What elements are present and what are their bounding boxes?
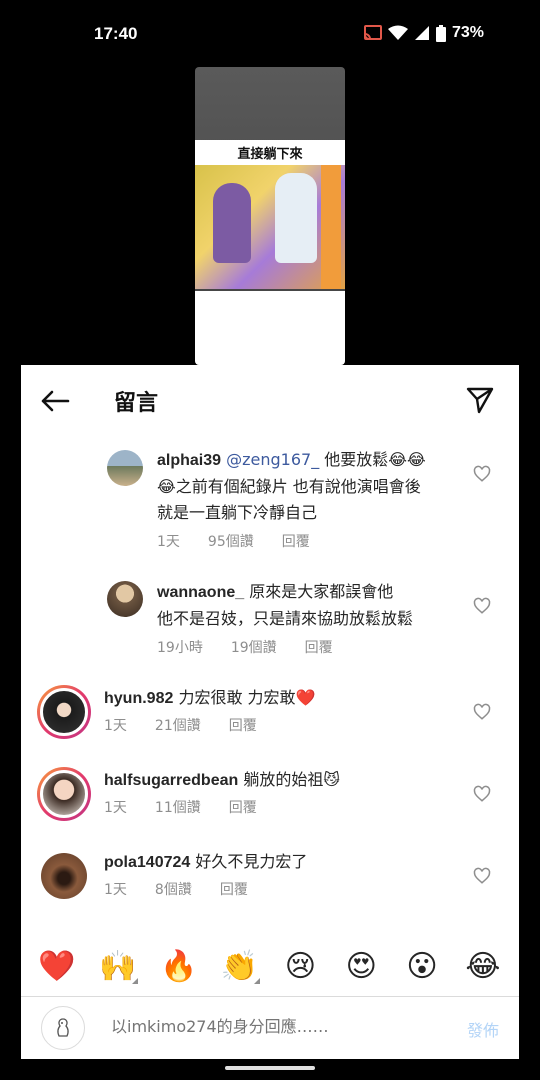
status-icons: 73% [363, 24, 484, 42]
signal-icon [414, 26, 429, 40]
reply-button[interactable]: 回覆 [282, 531, 310, 551]
like-heart-icon[interactable] [473, 597, 491, 615]
share-button[interactable] [465, 385, 495, 415]
comment-text: halfsugarredbean 躺放的始祖😼 [104, 767, 464, 794]
like-heart-icon[interactable] [473, 785, 491, 803]
reply-button[interactable]: 回覆 [305, 637, 333, 657]
like-heart-icon[interactable] [473, 867, 491, 885]
status-bar: 17:40 73% [0, 0, 540, 64]
back-button[interactable] [39, 387, 71, 415]
clapping-emoji-button[interactable]: 👏 [218, 949, 262, 984]
comment-time: 1天 [104, 718, 127, 734]
post-button[interactable]: 發佈 [467, 1017, 499, 1041]
video-frame [195, 165, 345, 289]
avatar[interactable] [41, 853, 87, 899]
self-avatar [41, 1006, 85, 1050]
sheet-header: 留言 [21, 365, 519, 435]
reply-button[interactable]: 回覆 [229, 715, 257, 735]
comment-body-line: 力宏很敢 力宏敢❤️ [173, 688, 316, 707]
crying-emoji-button[interactable]: 😢 [278, 949, 322, 984]
video-caption: 直接躺下來 [195, 140, 345, 165]
like-heart-icon[interactable] [473, 703, 491, 721]
video-figure-left [213, 183, 251, 263]
like-heart-icon[interactable] [473, 465, 491, 483]
skin-tone-indicator-icon [131, 977, 138, 984]
comment-likes[interactable]: 95個讚 [208, 531, 254, 551]
raised-hands-emoji-button[interactable]: 🙌 [96, 949, 140, 984]
comment-body-line: 就是一直躺下冷靜自己 [157, 503, 318, 522]
avatar[interactable] [107, 581, 143, 617]
comment-text: wannaone_ 原來是大家都誤會他 他不是召妓，只是請來協助放鬆放鬆 [157, 579, 477, 632]
comment-likes[interactable]: 19個讚 [231, 637, 277, 657]
comment-time: 1天 [104, 882, 127, 898]
comment-text: pola140724 好久不見力宏了 [104, 849, 464, 876]
comment-username[interactable]: hyun.982 [104, 690, 173, 707]
home-indicator[interactable] [225, 1066, 315, 1070]
cast-icon [363, 25, 382, 40]
reply-button[interactable]: 回覆 [220, 879, 248, 899]
comment-time: 1天 [104, 800, 127, 816]
comment-text: alphai39 @zeng167_ 他要放鬆😂😂 😂之前有個紀錄片 也有說他演… [157, 447, 467, 526]
comment-likes[interactable]: 11個讚 [155, 797, 201, 817]
comment-body-line: 他不是召妓，只是請來協助放鬆放鬆 [157, 609, 414, 628]
video-lower-band [195, 291, 345, 365]
battery-percentage: 73% [451, 24, 484, 41]
arrow-left-icon [41, 390, 70, 412]
comment-username[interactable]: wannaone_ [157, 584, 244, 601]
comment-meta: 1天 8個讚 回覆 [104, 879, 276, 899]
send-icon [466, 387, 494, 414]
fire-emoji-button[interactable]: 🔥 [157, 949, 201, 984]
comment-username[interactable]: alphai39 [157, 452, 221, 469]
comment-mention[interactable]: @zeng167_ [226, 450, 319, 469]
avatar[interactable] [107, 450, 143, 486]
comment-time: 1天 [157, 534, 180, 550]
video-preview[interactable]: 直接躺下來 [195, 67, 345, 365]
wifi-icon [387, 25, 408, 40]
skin-tone-indicator-icon [253, 977, 260, 984]
surprised-emoji-button[interactable]: 😮 [400, 949, 444, 984]
comment-body-line: 躺放的始祖😼 [238, 770, 341, 789]
avatar[interactable] [37, 685, 91, 739]
reply-input[interactable] [111, 1017, 441, 1036]
comment-meta: 1天 95個讚 回覆 [157, 531, 338, 551]
comment-likes[interactable]: 8個讚 [155, 879, 192, 899]
comment-body-line: 他要放鬆😂😂 [319, 450, 426, 469]
comment-meta: 1天 11個讚 回覆 [104, 797, 285, 817]
comments-sheet: 留言 alphai39 @zeng167_ 他要放鬆😂😂 😂之前有個紀錄片 也有… [21, 365, 519, 1059]
heart-eyes-emoji-button[interactable]: 😍 [339, 949, 383, 984]
comment-meta: 1天 21個讚 回覆 [104, 715, 285, 735]
heart-emoji-button[interactable]: ❤️ [35, 949, 79, 984]
avatar[interactable] [37, 767, 91, 821]
user-avatar-icon [57, 1018, 69, 1037]
comment-username[interactable]: pola140724 [104, 854, 190, 871]
status-time: 17:40 [94, 24, 138, 43]
page-title: 留言 [114, 391, 159, 416]
video-figure-right [275, 173, 317, 263]
comment-meta: 19小時 19個讚 回覆 [157, 637, 361, 657]
comment-body-line: 原來是大家都誤會他 [244, 582, 394, 601]
laughing-emoji-button[interactable]: 😂 [461, 949, 505, 984]
battery-icon [435, 24, 446, 42]
reply-input-bar: 發佈 [21, 996, 519, 1059]
comment-username[interactable]: halfsugarredbean [104, 772, 238, 789]
comment-likes[interactable]: 21個讚 [155, 715, 201, 735]
emoji-reaction-bar: ❤️ 🙌 🔥 👏 😢 😍 😮 😂 [21, 937, 519, 995]
video-side-banner [321, 165, 341, 289]
reply-button[interactable]: 回覆 [229, 797, 257, 817]
comment-body-line: 😂之前有個紀錄片 也有說他演唱會後 [157, 477, 421, 496]
comment-text: hyun.982 力宏很敢 力宏敢❤️ [104, 685, 464, 712]
comment-time: 19小時 [157, 640, 203, 656]
comment-body-line: 好久不見力宏了 [190, 852, 308, 871]
